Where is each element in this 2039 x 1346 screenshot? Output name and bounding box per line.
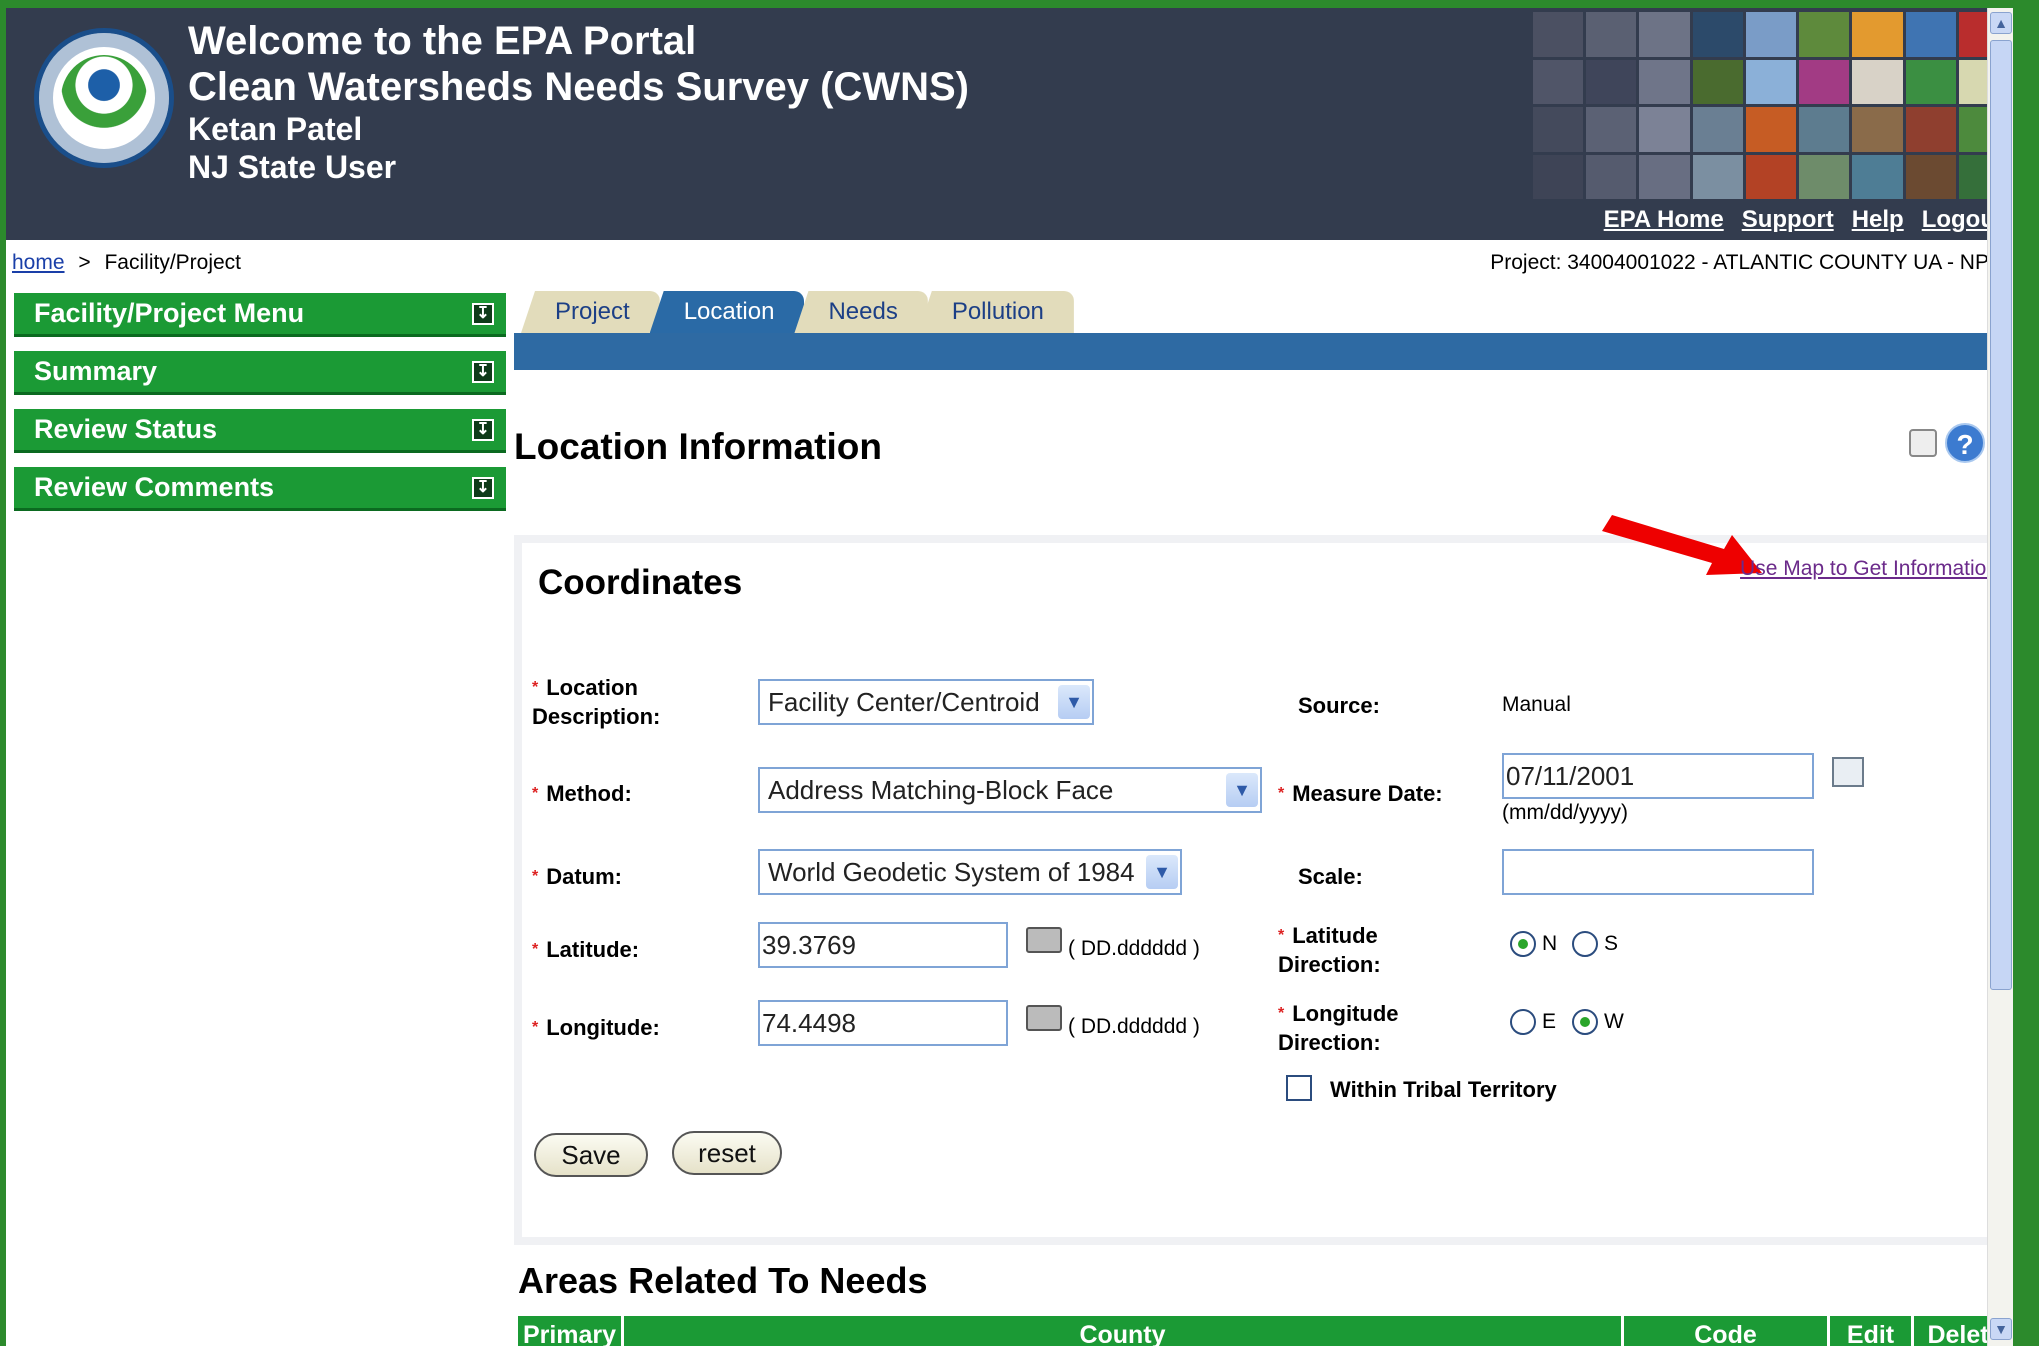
measure-date-input[interactable]: 07/11/2001: [1502, 753, 1814, 799]
latitude-input[interactable]: 39.3769: [758, 922, 1008, 968]
header-text: Welcome to the EPA Portal Clean Watershe…: [188, 18, 969, 186]
calculator-icon[interactable]: [1026, 927, 1062, 953]
tab-location[interactable]: Location: [649, 291, 805, 333]
tribal-territory-label: Within Tribal Territory: [1330, 1077, 1557, 1102]
longitude-input[interactable]: 74.4498: [758, 1000, 1008, 1046]
sidebar-menu: Facility/Project Menu ↧ Summary ↧ Review…: [14, 293, 506, 525]
red-arrow-icon: [1602, 515, 1762, 575]
tab-content-bar: [514, 333, 2013, 370]
reset-button[interactable]: reset: [672, 1131, 782, 1175]
breadcrumb-separator: >: [78, 251, 91, 274]
column-header-county[interactable]: County: [624, 1316, 1624, 1346]
column-header-code[interactable]: Code: [1624, 1316, 1830, 1346]
source-value: Manual: [1502, 693, 1571, 716]
title-actions: ?: [1909, 423, 1985, 463]
latitude-north-radio[interactable]: N: [1510, 931, 1557, 957]
latitude-label: * Latitude:: [532, 937, 640, 962]
epa-logo: [34, 28, 174, 168]
location-description-label: * Location Description:: [532, 675, 661, 729]
header-photo-collage: [1393, 8, 2013, 203]
sidebar-item-label: Facility/Project Menu: [34, 298, 305, 328]
comment-icon[interactable]: [1909, 429, 1937, 457]
longitude-west-radio[interactable]: W: [1572, 1009, 1624, 1035]
vertical-scrollbar[interactable]: ▲ ▼: [1987, 8, 2013, 1346]
application-title: Clean Watersheds Needs Survey (CWNS): [188, 65, 969, 109]
user-name: Ketan Patel: [188, 111, 363, 147]
required-marker: *: [532, 679, 539, 696]
calculator-icon[interactable]: [1026, 1005, 1062, 1031]
tab-pollution[interactable]: Pollution: [917, 291, 1074, 333]
app-window: Welcome to the EPA Portal Clean Watershe…: [6, 8, 2013, 1346]
help-link[interactable]: Help: [1852, 206, 1904, 234]
radio-icon[interactable]: [1510, 1009, 1536, 1035]
location-description-select[interactable]: Facility Center/Centroid ▼: [758, 679, 1094, 725]
epa-home-link[interactable]: EPA Home: [1604, 206, 1724, 234]
longitude-direction-label: * Longitude Direction:: [1278, 1001, 1399, 1055]
sidebar-item-summary[interactable]: Summary ↧: [14, 351, 506, 395]
areas-title: Areas Related To Needs: [518, 1260, 928, 1301]
longitude-east-radio[interactable]: E: [1510, 1009, 1556, 1035]
breadcrumb-home-link[interactable]: home: [12, 251, 65, 274]
measure-date-hint: (mm/dd/yyyy): [1502, 801, 1628, 824]
latitude-direction-label: * Latitude Direction:: [1278, 923, 1381, 977]
areas-table-header: Primary County Code Edit Delete: [518, 1316, 2013, 1346]
longitude-label: * Longitude:: [532, 1015, 660, 1040]
tab-needs[interactable]: Needs: [794, 291, 928, 333]
use-map-link[interactable]: Use Map to Get Information: [1740, 557, 1998, 581]
expand-icon[interactable]: ↧: [472, 302, 494, 325]
portal-welcome-title: Welcome to the EPA Portal: [188, 19, 697, 63]
tab-strip: Project Location Needs Pollution: [521, 291, 1074, 333]
support-link[interactable]: Support: [1742, 206, 1834, 234]
chevron-down-icon[interactable]: ▼: [1146, 855, 1178, 889]
user-role: NJ State User: [188, 149, 397, 185]
header-links: EPA Home Support Help Logout: [1604, 206, 2003, 234]
datum-select[interactable]: World Geodetic System of 1984 ▼: [758, 849, 1182, 895]
source-label: Source:: [1298, 693, 1380, 718]
page-title: Location Information: [514, 426, 882, 467]
sidebar-item-label: Review Status: [34, 414, 218, 444]
breadcrumb: home > Facility/Project: [12, 251, 241, 275]
sidebar-item-facility-project-menu[interactable]: Facility/Project Menu ↧: [14, 293, 506, 337]
chevron-down-icon[interactable]: ▼: [1058, 685, 1090, 719]
help-icon[interactable]: ?: [1945, 423, 1985, 463]
chevron-down-icon[interactable]: ▼: [1226, 773, 1258, 807]
scale-label: Scale:: [1298, 864, 1363, 889]
radio-selected-icon[interactable]: [1510, 931, 1536, 957]
datum-label: * Datum:: [532, 864, 623, 889]
latitude-south-radio[interactable]: S: [1572, 931, 1618, 957]
method-label: * Method:: [532, 781, 632, 806]
coordinates-panel: Coordinates Use Map to Get Information *…: [514, 515, 2013, 1245]
longitude-hint: ( DD.dddddd ): [1068, 1015, 1200, 1038]
sidebar-item-review-comments[interactable]: Review Comments ↧: [14, 467, 506, 511]
coordinates-title: Coordinates: [538, 563, 743, 602]
radio-selected-icon[interactable]: [1572, 1009, 1598, 1035]
scroll-thumb[interactable]: [1990, 40, 2012, 990]
expand-icon[interactable]: ↧: [472, 360, 494, 383]
save-button[interactable]: Save: [534, 1133, 648, 1177]
tab-project[interactable]: Project: [521, 291, 660, 333]
scroll-down-icon[interactable]: ▼: [1990, 1318, 2012, 1340]
radio-icon[interactable]: [1572, 931, 1598, 957]
measure-date-label: * Measure Date:: [1278, 781, 1443, 806]
sidebar-item-label: Summary: [34, 356, 158, 386]
scroll-up-icon[interactable]: ▲: [1990, 12, 2012, 34]
project-info: Project: 34004001022 - ATLANTIC COUNTY U…: [1490, 251, 2003, 274]
latitude-hint: ( DD.dddddd ): [1068, 937, 1200, 960]
tribal-territory-checkbox[interactable]: [1286, 1075, 1312, 1101]
portal-header: Welcome to the EPA Portal Clean Watershe…: [6, 8, 2013, 240]
method-select[interactable]: Address Matching-Block Face ▼: [758, 767, 1262, 813]
expand-icon[interactable]: ↧: [472, 476, 494, 499]
breadcrumb-current: Facility/Project: [104, 251, 242, 274]
sidebar-item-label: Review Comments: [34, 472, 275, 502]
column-header-primary[interactable]: Primary: [518, 1316, 624, 1346]
expand-icon[interactable]: ↧: [472, 418, 494, 441]
scale-input[interactable]: [1502, 849, 1814, 895]
sidebar-item-review-status[interactable]: Review Status ↧: [14, 409, 506, 453]
calendar-icon[interactable]: [1832, 757, 1864, 787]
column-header-edit: Edit: [1830, 1316, 1914, 1346]
